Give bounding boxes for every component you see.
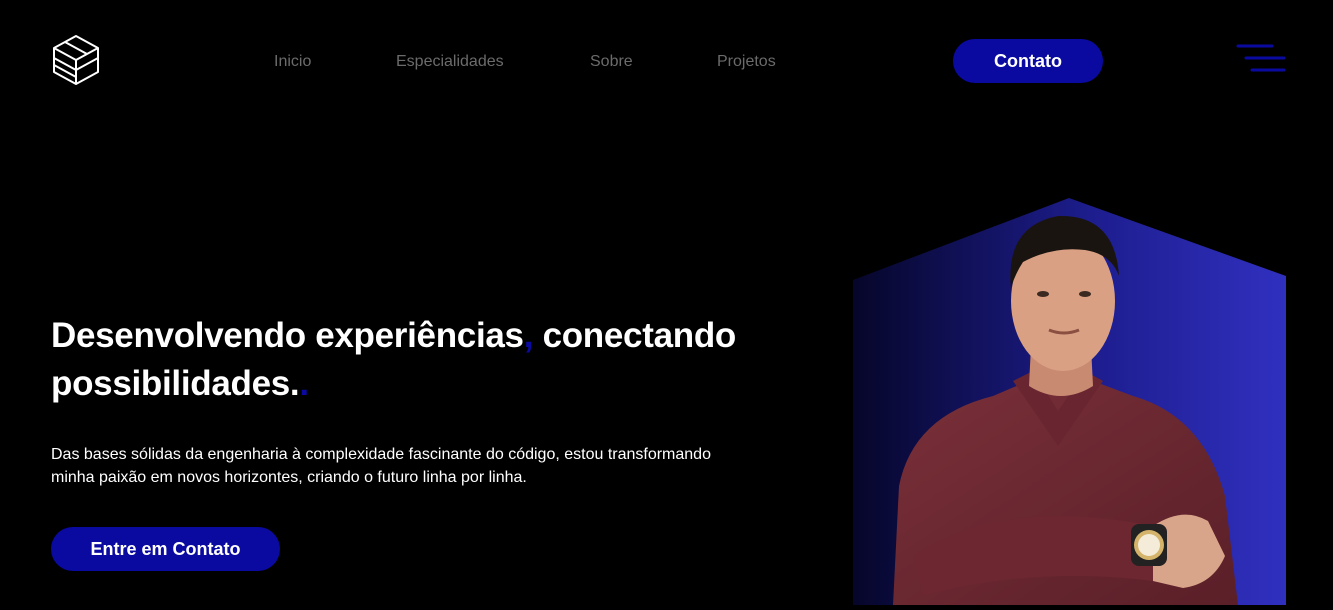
cube-logo-icon[interactable] [52, 34, 100, 86]
get-in-touch-button[interactable]: Entre em Contato [51, 527, 280, 571]
nav-link-especialidades[interactable]: Especialidades [396, 51, 504, 73]
nav-link-inicio[interactable]: Inicio [274, 51, 311, 73]
title-comma-accent: , [523, 316, 534, 355]
site-header: Inicio Especialidades Sobre Projetos Con… [0, 0, 1333, 124]
profile-photo [853, 196, 1286, 605]
hamburger-menu-icon[interactable] [1236, 42, 1286, 76]
hero-title: Desenvolvendo experiências, conectando p… [51, 312, 791, 408]
nav-link-projetos[interactable]: Projetos [717, 51, 776, 73]
profile-photo-illustration [853, 198, 1286, 605]
hero-title-part1: Desenvolvendo experiências [51, 316, 524, 355]
title-dot-accent: . [299, 364, 309, 403]
hero-description: Das bases sólidas da engenharia à comple… [51, 446, 711, 486]
nav-link-sobre[interactable]: Sobre [590, 51, 633, 73]
contact-button[interactable]: Contato [953, 39, 1103, 83]
